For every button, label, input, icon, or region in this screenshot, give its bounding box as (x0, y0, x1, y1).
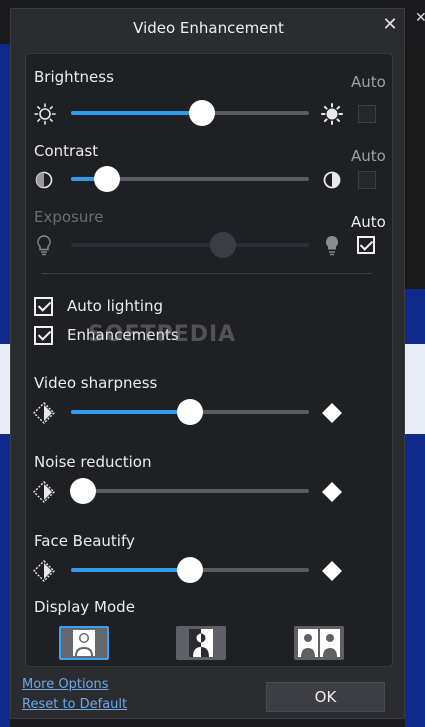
background-app-left (0, 44, 10, 727)
display-mode-label: Display Mode (34, 598, 135, 616)
beautify-high-icon (322, 561, 342, 581)
exposure-slider (71, 232, 309, 258)
beautify-low-icon (33, 560, 55, 582)
softpedia-watermark: SOFTPEDIA (88, 322, 237, 347)
brightness-low-icon (34, 103, 56, 125)
display-mode-single-button[interactable] (59, 626, 109, 660)
brightness-high-icon (321, 103, 343, 125)
dialog-title: Video Enhancement (133, 19, 284, 37)
divider (42, 273, 372, 274)
sharpness-slider-thumb[interactable] (177, 399, 203, 425)
contrast-low-icon (35, 171, 53, 189)
brightness-auto-label: Auto (351, 73, 386, 91)
contrast-slider-thumb[interactable] (93, 166, 120, 192)
contrast-label: Contrast (34, 142, 99, 160)
auto-lighting-check-icon (34, 296, 53, 316)
brightness-slider-thumb[interactable] (188, 100, 215, 126)
exposure-label: Exposure (34, 208, 104, 226)
beautify-slider-fill (71, 568, 190, 572)
contrast-high-icon (323, 171, 341, 189)
exposure-slider-thumb (210, 232, 237, 258)
ok-button[interactable]: OK (266, 682, 385, 712)
two-person-icon (298, 629, 340, 657)
display-mode-two-person-button[interactable] (294, 626, 344, 660)
noise-slider[interactable] (69, 478, 309, 504)
reset-default-link[interactable]: Reset to Default (22, 697, 127, 712)
more-options-link[interactable]: More Options (22, 677, 109, 692)
sharpness-low-icon (33, 402, 55, 424)
noise-low-icon (33, 481, 55, 503)
close-icon[interactable]: ✕ (380, 15, 400, 35)
sharpness-slider-fill (71, 410, 190, 414)
contrast-auto-checkbox[interactable] (358, 171, 376, 189)
enhancements-check-icon (34, 325, 53, 345)
brightness-slider[interactable] (71, 100, 309, 126)
contrast-slider[interactable] (71, 166, 309, 192)
noise-slider-thumb[interactable] (69, 478, 96, 504)
brightness-auto-checkbox[interactable] (358, 105, 376, 123)
beautify-slider-thumb[interactable] (177, 557, 203, 583)
exposure-auto-label: Auto (351, 213, 386, 231)
auto-lighting-label: Auto lighting (67, 297, 164, 315)
beautify-label: Face Beautify (34, 532, 135, 550)
noise-high-icon (322, 482, 342, 502)
brightness-slider-fill (71, 111, 202, 115)
exposure-low-icon (37, 235, 51, 256)
sharpness-slider[interactable] (71, 399, 309, 425)
background-close-icon: ✕ (415, 10, 425, 26)
sharpness-label: Video sharpness (34, 374, 158, 392)
noise-label: Noise reduction (34, 453, 152, 471)
beautify-slider[interactable] (71, 557, 309, 583)
brightness-label: Brightness (34, 68, 114, 86)
single-person-icon (73, 630, 95, 656)
settings-panel: Brightness Auto Contrast Auto Exposure A… (25, 53, 393, 667)
exposure-high-icon (325, 235, 339, 256)
contrast-auto-label: Auto (351, 147, 386, 165)
split-person-icon (189, 629, 213, 657)
background-app-right (405, 44, 425, 727)
exposure-auto-checkbox[interactable] (357, 236, 375, 254)
sharpness-high-icon (322, 403, 342, 423)
video-enhancement-dialog: Video Enhancement ✕ Brightness Auto Cont… (10, 8, 405, 719)
auto-lighting-checkbox[interactable]: Auto lighting (34, 295, 163, 317)
display-mode-split-button[interactable] (176, 626, 226, 660)
